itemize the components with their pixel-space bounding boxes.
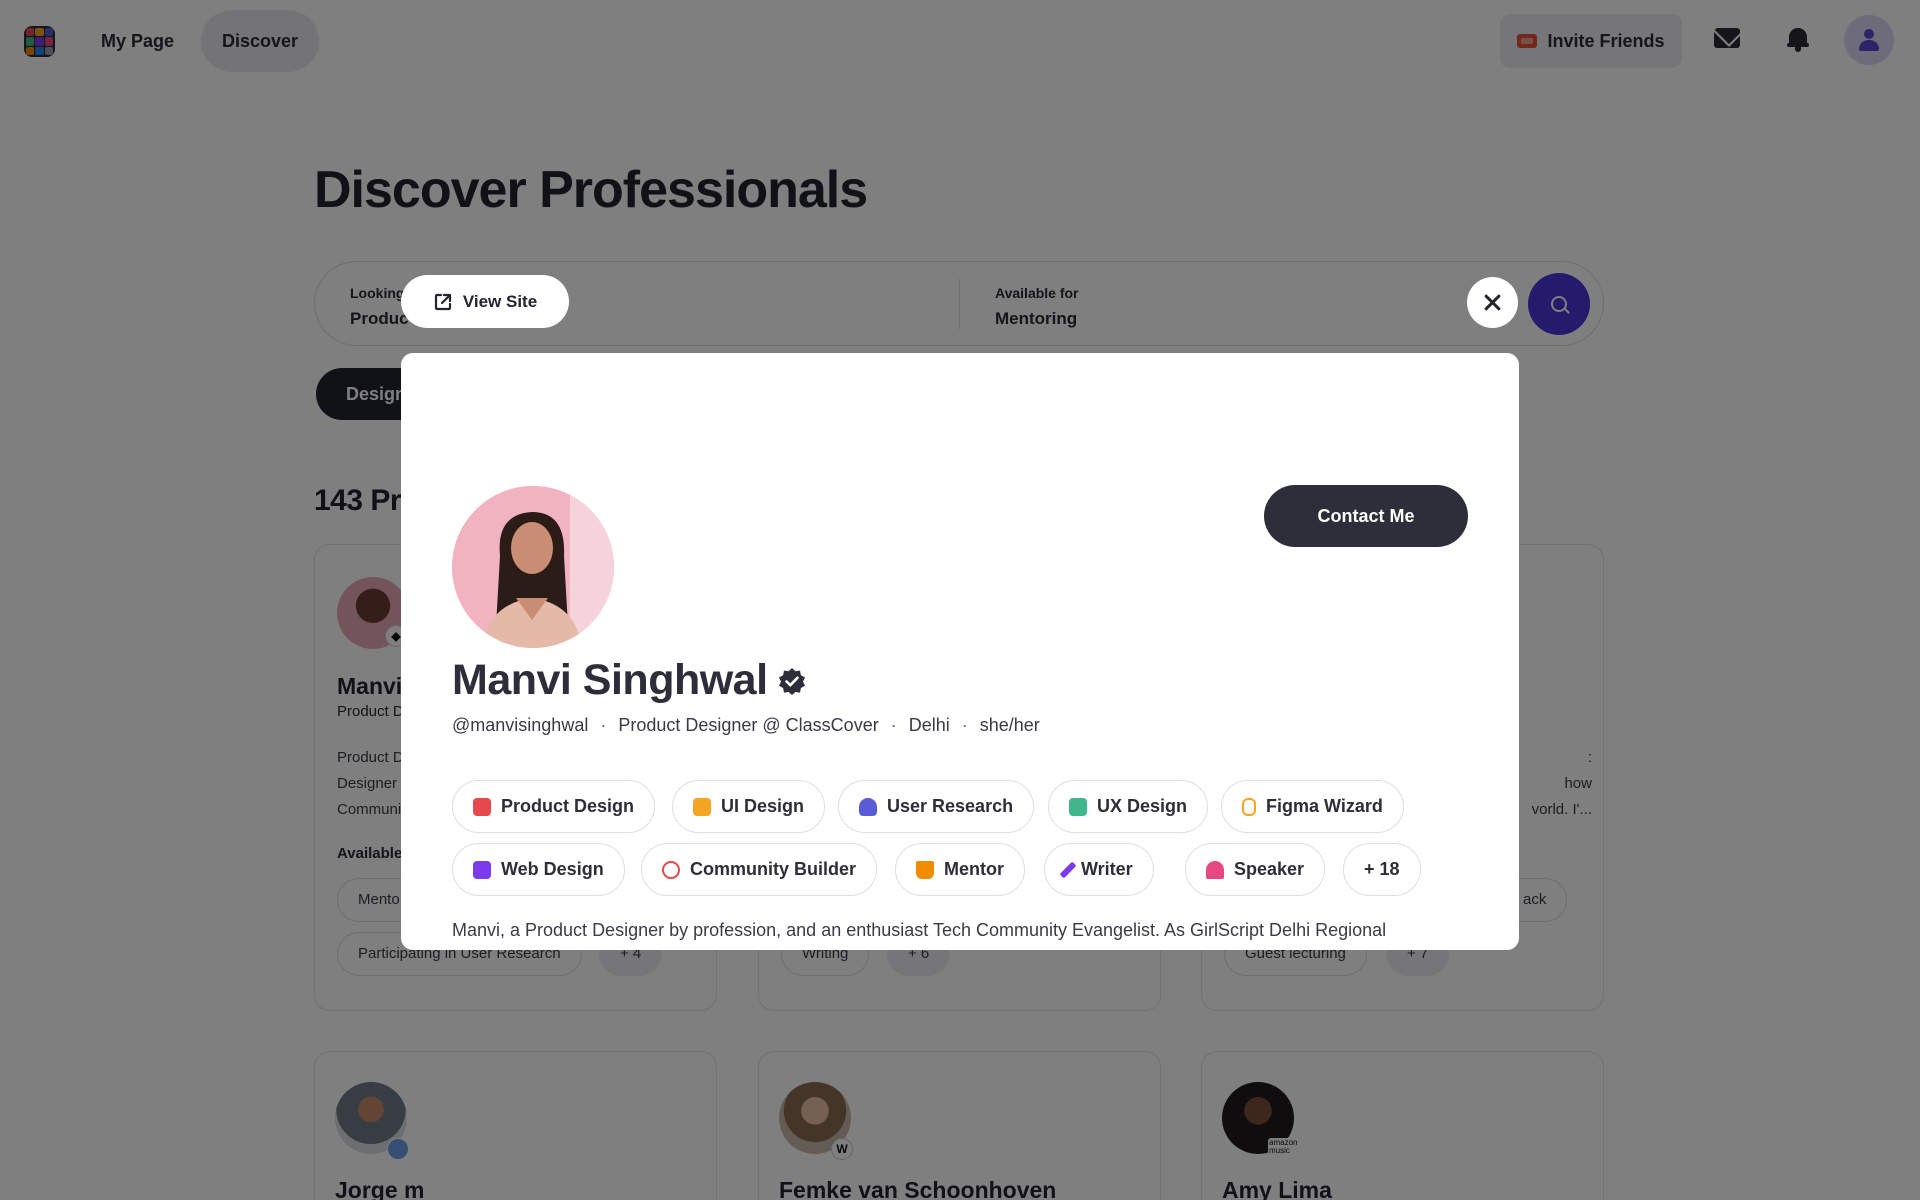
tag-mentor[interactable]: Mentor xyxy=(895,843,1025,896)
close-icon[interactable] xyxy=(1467,277,1518,328)
paint-roller-icon xyxy=(693,797,711,816)
tag-web-design[interactable]: Web Design xyxy=(452,843,625,896)
save-icon xyxy=(473,860,491,879)
gift-icon xyxy=(473,797,491,816)
tag-writer[interactable]: Writer xyxy=(1044,843,1154,896)
view-site-label: View Site xyxy=(462,291,538,311)
meta-separator: · xyxy=(600,715,607,735)
coffee-icon xyxy=(916,860,934,879)
external-link-icon xyxy=(434,293,451,310)
profile-name: Manvi Singhwal xyxy=(452,656,806,705)
profile-pronouns: she/her xyxy=(979,715,1040,735)
tag-ui-design[interactable]: UI Design xyxy=(672,780,826,833)
figma-icon xyxy=(1242,797,1256,816)
profile-modal: Contact Me Manvi Singhwal @manvisinghwal… xyxy=(401,353,1519,950)
user-icon xyxy=(859,797,877,816)
pen-icon xyxy=(1059,861,1077,878)
contact-me-button[interactable]: Contact Me xyxy=(1264,485,1468,547)
profile-handle: @manvisinghwal xyxy=(452,715,589,735)
tag-ux-design[interactable]: UX Design xyxy=(1048,780,1209,833)
profile-role: Product Designer @ ClassCover xyxy=(618,715,879,735)
more-tags-button[interactable]: + 18 xyxy=(1343,843,1421,896)
meta-separator: · xyxy=(961,715,968,735)
tag-figma-wizard[interactable]: Figma Wizard xyxy=(1221,780,1404,833)
tag-user-research[interactable]: User Research xyxy=(838,780,1035,833)
tag-speaker[interactable]: Speaker xyxy=(1185,843,1326,896)
tag-product-design[interactable]: Product Design xyxy=(452,780,656,833)
hands-heart-icon xyxy=(662,860,680,879)
documents-icon xyxy=(1069,797,1087,816)
tag-community-builder[interactable]: Community Builder xyxy=(641,843,878,896)
podium-icon xyxy=(1206,860,1224,879)
profile-avatar xyxy=(452,486,614,648)
profile-location: Delhi xyxy=(908,715,950,735)
verified-badge-icon xyxy=(778,667,805,695)
profile-about: Manvi, a Product Designer by profession,… xyxy=(452,920,1387,940)
meta-separator: · xyxy=(890,715,897,735)
profile-meta: @manvisinghwal · Product Designer @ Clas… xyxy=(452,715,1040,736)
view-site-button[interactable]: View Site xyxy=(401,275,569,328)
profile-name-text: Manvi Singhwal xyxy=(452,656,768,704)
